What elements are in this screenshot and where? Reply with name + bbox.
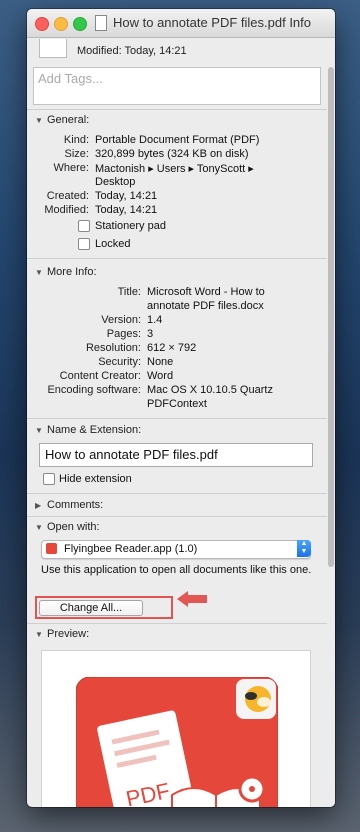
general-section-toggle[interactable]: ▼ General: [35,114,89,126]
info-content: Modified: Today, 14:21 Add Tags... ▼ Gene… [27,37,327,807]
open-with-section-toggle[interactable]: ▼ Open with: [35,521,100,533]
info-row-resolution: Resolution: 612 × 792 [27,342,327,356]
tags-placeholder: Add Tags... [38,71,103,86]
popup-chevrons-icon: ▲ ▼ [297,540,311,557]
locked-label: Locked [95,238,131,250]
comments-header: Comments: [47,499,104,511]
where-value-cont: Desktop [95,176,136,188]
pages-label: Pages: [106,328,141,340]
modified-label: Modified: [44,204,89,216]
info-row-size: Size: 320,899 bytes (324 KB on disk) [27,148,327,162]
info-row-security: Security: None [27,356,327,370]
divider [27,418,327,419]
open-with-header: Open with: [47,521,100,533]
annotation-arrow-icon [177,591,207,607]
info-row-created: Created: Today, 14:21 [27,190,327,204]
encoding-label: Encoding software: [47,384,141,396]
disclosure-open-icon: ▼ [35,116,43,125]
divider [27,516,327,517]
info-row-modified: Modified: Today, 14:21 [27,204,327,218]
locked-checkbox[interactable] [78,238,90,250]
filename-field[interactable]: How to annotate PDF files.pdf [39,443,313,467]
info-row-title-cont: annotate PDF files.docx [27,300,327,314]
pdf-preview-image: PDF [76,677,278,807]
info-row-kind: Kind: Portable Document Format (PDF) [27,134,327,148]
filename-value: How to annotate PDF files.pdf [45,447,218,462]
name-extension-section-toggle[interactable]: ▼ Name & Extension: [35,424,141,436]
file-thumbnail [39,39,67,58]
disclosure-open-icon: ▼ [35,523,43,532]
open-with-selected: Flyingbee Reader.app (1.0) [64,543,198,555]
encoding-value-cont: PDFContext [147,398,207,410]
modified-value: Today, 14:21 [95,204,158,216]
flyingbee-app-icon [46,543,57,554]
kind-label: Kind: [63,134,89,146]
encoding-value: Mac OS X 10.10.5 Quartz [147,384,273,396]
disclosure-open-icon: ▼ [35,426,43,435]
info-row-title: Title: Microsoft Word - How to [27,286,327,300]
title-value-cont: annotate PDF files.docx [147,300,264,312]
version-value: 1.4 [147,314,163,326]
divider [27,109,327,110]
document-icon [95,15,107,31]
change-all-button[interactable]: Change All... [39,600,143,616]
general-header: General: [47,114,90,126]
security-label: Security: [98,356,141,368]
open-with-popup[interactable]: Flyingbee Reader.app (1.0) ▲ ▼ [41,540,311,559]
zoom-button[interactable] [73,17,87,31]
preview-pane: PDF [41,650,311,807]
info-window: How to annotate PDF files.pdf Info Modif… [27,9,335,807]
tags-field[interactable]: Add Tags... [33,67,321,105]
info-row-pages: Pages: 3 [27,328,327,342]
content-creator-value: Word [147,370,174,382]
preview-section-toggle[interactable]: ▼ Preview: [35,628,89,640]
created-value: Today, 14:21 [95,190,158,202]
title-value: Microsoft Word - How to [147,286,265,298]
info-row-content-creator: Content Creator: Word [27,370,327,384]
info-row-version: Version: 1.4 [27,314,327,328]
info-row-where: Where: Mactonish ▸ Users ▸ TonyScott ▸ [27,162,327,176]
minimize-button[interactable] [54,17,68,31]
window-title: How to annotate PDF files.pdf Info [113,15,311,30]
info-row-encoding-cont: PDFContext [27,398,327,412]
where-value: Mactonish ▸ Users ▸ TonyScott ▸ [95,163,254,175]
header-modified: Modified: Today, 14:21 [77,45,187,57]
comments-section-toggle[interactable]: ▶ Comments: [35,499,103,511]
disclosure-closed-icon: ▶ [35,501,42,510]
resolution-label: Resolution: [85,342,141,354]
hide-extension-label: Hide extension [59,473,132,485]
divider [27,258,327,259]
kind-value: Portable Document Format (PDF) [95,134,260,146]
divider [27,623,327,624]
content-creator-label: Content Creator: [59,370,141,382]
stationery-pad-checkbox[interactable] [78,220,90,232]
preview-header: Preview: [47,628,90,640]
hide-extension-checkbox[interactable] [43,473,55,485]
info-row-where-cont: Desktop [27,176,327,190]
where-label: Where: [53,162,89,174]
disclosure-open-icon: ▼ [35,630,43,639]
stationery-pad-label: Stationery pad [95,220,166,232]
info-row-encoding: Encoding software: Mac OS X 10.10.5 Quar… [27,384,327,398]
created-label: Created: [46,190,89,202]
security-value: None [147,356,174,368]
more-info-header: More Info: [47,266,97,278]
vertical-scrollbar[interactable] [327,37,335,807]
disclosure-open-icon: ▼ [35,268,43,277]
pages-value: 3 [147,328,154,340]
title-bar[interactable]: How to annotate PDF files.pdf Info [27,9,335,38]
version-label: Version: [101,314,141,326]
resolution-value: 612 × 792 [147,342,197,354]
size-value: 320,899 bytes (324 KB on disk) [95,148,249,160]
close-button[interactable] [35,17,49,31]
size-label: Size: [64,148,89,160]
open-with-description: Use this application to open all documen… [41,564,312,576]
name-extension-header: Name & Extension: [47,424,142,436]
divider [27,493,327,494]
title-label: Title: [117,286,141,298]
more-info-section-toggle[interactable]: ▼ More Info: [35,266,97,278]
scroll-thumb[interactable] [328,67,334,567]
